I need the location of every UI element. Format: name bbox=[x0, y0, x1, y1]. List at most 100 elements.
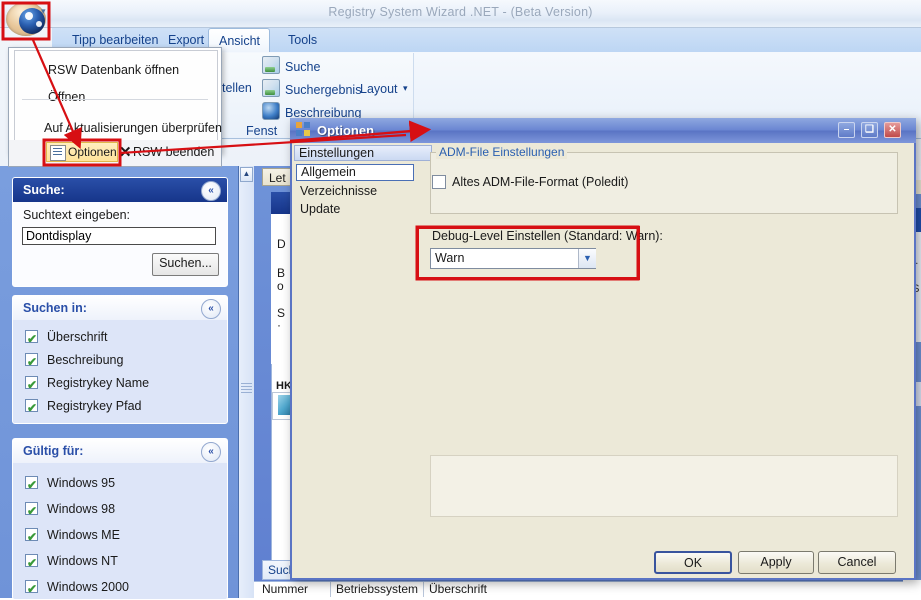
right-strip-seg-9 bbox=[903, 580, 921, 598]
chevron-down-icon[interactable]: ▾ bbox=[403, 83, 408, 94]
ribbon-item-suchergebnis[interactable]: Suchergebnis bbox=[262, 79, 361, 102]
grid-column-separator[interactable] bbox=[330, 582, 331, 597]
document-line-2: B bbox=[277, 266, 286, 280]
checkbox-label: Registrykey Name bbox=[47, 376, 150, 390]
checkbox-label: Windows 2000 bbox=[47, 580, 129, 594]
menu-item-rsw-datenbank-oeffnen[interactable]: RSW Datenbank öffnen bbox=[48, 58, 179, 82]
close-x-icon[interactable]: ✕ bbox=[119, 143, 132, 161]
debug-level-label: Debug-Level Einstellen (Standard: Warn): bbox=[432, 229, 663, 243]
dialog-nav-item-verzeichnisse[interactable]: Verzeichnisse bbox=[300, 184, 377, 198]
checkbox-label: Beschreibung bbox=[47, 353, 124, 367]
panel-suche-body: Suchtext eingeben: Suchen... bbox=[13, 202, 227, 286]
menu-item-auf-aktualisierungen-ueberpruefen[interactable]: Auf Aktualisierungen überprüfen bbox=[44, 116, 222, 140]
checkbox-row-registrykey-pfad[interactable]: Registrykey Pfad bbox=[13, 395, 227, 420]
checkbox-row-windows-95[interactable]: Windows 95 bbox=[13, 472, 227, 497]
optionen-dialog-title: Optionen bbox=[317, 123, 375, 138]
checkbox-row-windows-me[interactable]: Windows ME bbox=[13, 524, 227, 549]
scroll-up-arrow-icon[interactable]: ▲ bbox=[240, 167, 253, 182]
sidebar-scrollbar[interactable] bbox=[239, 166, 255, 598]
menu-item-rsw-beenden[interactable]: RSW beenden bbox=[133, 145, 214, 159]
search-field-label: Suchtext eingeben: bbox=[23, 208, 131, 222]
grid-column-ueberschrift[interactable]: Überschrift bbox=[429, 582, 487, 596]
checkbox-icon[interactable] bbox=[25, 397, 38, 420]
checkbox-icon[interactable] bbox=[25, 474, 38, 497]
document-line-1: D bbox=[277, 237, 286, 251]
ribbon-tab-tools[interactable]: Tools bbox=[278, 28, 327, 52]
ribbon-item-suche-label: Suche bbox=[285, 60, 321, 74]
panel-suchen-in-body: Überschrift Beschreibung Registrykey Nam… bbox=[13, 320, 227, 423]
checkbox-row-ueberschrift[interactable]: Überschrift bbox=[13, 326, 227, 351]
checkbox-icon[interactable] bbox=[25, 526, 38, 549]
dialog-nav-header[interactable]: Einstellungen bbox=[294, 145, 432, 161]
ribbon-item-suchergebnis-label: Suchergebnis bbox=[285, 83, 362, 97]
search-input[interactable] bbox=[22, 227, 216, 245]
quick-access-caret-icon[interactable]: ▾ bbox=[41, 6, 46, 17]
grid-column-separator[interactable] bbox=[423, 582, 424, 597]
checkbox-row-beschreibung[interactable]: Beschreibung bbox=[13, 349, 227, 374]
collapse-chevron-icon[interactable]: « bbox=[201, 299, 221, 319]
menu-item-oeffnen[interactable]: Öffnen bbox=[48, 85, 85, 109]
picture-icon bbox=[262, 79, 280, 97]
checkbox-icon[interactable] bbox=[25, 500, 38, 523]
ribbon-label-fenster: Fenst bbox=[246, 124, 278, 138]
grid-column-nummer[interactable]: Nummer bbox=[262, 582, 308, 596]
menu-separator bbox=[22, 99, 208, 100]
panel-gueltig-fuer-title: Gültig für: bbox=[23, 444, 84, 458]
dialog-nav-item-allgemein[interactable]: Allgemein bbox=[296, 164, 414, 181]
options-doc-icon bbox=[50, 145, 66, 161]
options-window-icon bbox=[296, 122, 311, 137]
close-button[interactable]: ✕ bbox=[884, 122, 901, 138]
menu-item-optionen-label: Optionen bbox=[68, 145, 117, 159]
checkbox-label: Überschrift bbox=[47, 330, 108, 344]
grid-column-betriebssystem[interactable]: Betriebssystem bbox=[336, 582, 418, 596]
checkbox-icon[interactable] bbox=[25, 578, 38, 599]
panel-suchen-in-header: Suchen in: « bbox=[13, 296, 227, 320]
chevron-down-icon[interactable]: ▼ bbox=[578, 249, 596, 268]
application-title: Registry System Wizard .NET - (Beta Vers… bbox=[328, 5, 593, 19]
orb-highlight-secondary-icon bbox=[36, 21, 42, 27]
dialog-content-pane bbox=[430, 455, 898, 517]
ok-button[interactable]: OK bbox=[654, 551, 732, 574]
scrollbar-grip-icon bbox=[241, 383, 252, 393]
checkbox-row-windows-98[interactable]: Windows 98 bbox=[13, 498, 227, 523]
ribbon-layout-button[interactable]: Layout bbox=[360, 82, 398, 96]
search-button[interactable]: Suchen... bbox=[152, 253, 219, 276]
collapse-chevron-icon[interactable]: « bbox=[201, 442, 221, 462]
panel-suche: Suche: « Suchtext eingeben: Suchen... bbox=[12, 177, 228, 287]
apply-button[interactable]: Apply bbox=[738, 551, 814, 574]
panel-suchen-in: Suchen in: « Überschrift Beschreibung Re… bbox=[12, 295, 228, 424]
minimize-button[interactable]: – bbox=[838, 122, 855, 138]
checkbox-label: Windows 98 bbox=[47, 502, 116, 516]
ribbon-item-suche[interactable]: Suche bbox=[262, 56, 320, 79]
panel-suche-title: Suche: bbox=[23, 183, 65, 197]
document-line-3: o bbox=[277, 279, 284, 293]
app-orb-button[interactable] bbox=[6, 2, 46, 36]
checkbox-icon[interactable] bbox=[25, 328, 38, 351]
checkbox-icon[interactable] bbox=[25, 552, 38, 575]
adm-settings-group-title: ADM-File Einstellungen bbox=[436, 145, 568, 159]
optionen-dialog-titlebar[interactable] bbox=[290, 118, 916, 143]
maximize-button[interactable]: ❑ bbox=[861, 122, 878, 138]
checkbox-label: Windows 95 bbox=[47, 476, 116, 490]
ribbon-label-erstellen: tellen bbox=[222, 81, 252, 95]
adm-format-checkbox-label: Altes ADM-File-Format (Poledit) bbox=[452, 175, 629, 189]
collapse-chevron-icon[interactable]: « bbox=[201, 181, 221, 201]
dialog-nav-item-update[interactable]: Update bbox=[300, 202, 340, 216]
checkbox-label: Registrykey Pfad bbox=[47, 399, 142, 413]
globe-icon bbox=[262, 102, 280, 120]
checkbox-icon[interactable] bbox=[25, 374, 38, 397]
panel-gueltig-fuer-body: Windows 95 Windows 98 Windows ME Windows… bbox=[13, 463, 227, 599]
checkbox-row-registrykey-name[interactable]: Registrykey Name bbox=[13, 372, 227, 397]
debug-level-value: Warn bbox=[435, 251, 465, 265]
checkbox-row-windows-nt[interactable]: Windows NT bbox=[13, 550, 227, 575]
panel-suche-header: Suche: « bbox=[13, 178, 227, 202]
checkbox-row-windows-2000[interactable]: Windows 2000 bbox=[13, 576, 227, 599]
checkbox-icon[interactable] bbox=[25, 351, 38, 374]
checkbox-label: Windows ME bbox=[47, 528, 120, 542]
adm-format-checkbox[interactable] bbox=[432, 175, 446, 189]
picture-icon bbox=[262, 56, 280, 74]
panel-gueltig-fuer-header: Gültig für: « bbox=[13, 439, 227, 463]
orb-highlight-icon bbox=[25, 12, 33, 20]
document-line-5: · bbox=[277, 318, 281, 332]
cancel-button[interactable]: Cancel bbox=[818, 551, 896, 574]
